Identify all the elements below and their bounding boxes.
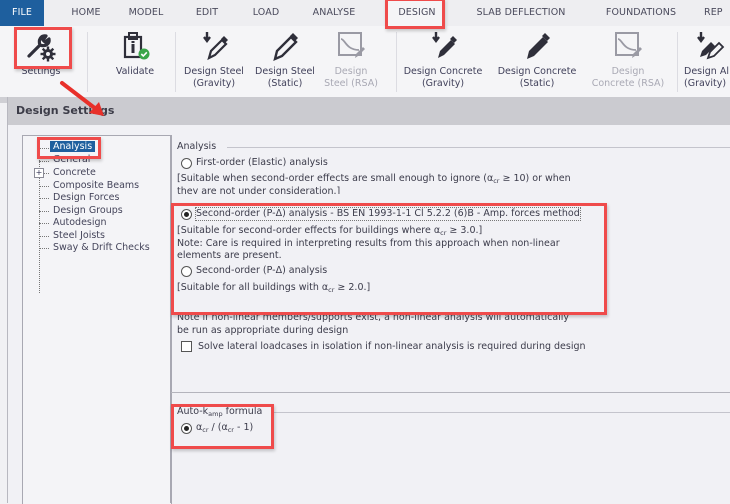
settings-label: Settings xyxy=(21,66,61,77)
design-steel-rsa-button[interactable]: Design Steel (RSA) xyxy=(322,26,380,97)
first-order-label: First-order (Elastic) analysis xyxy=(196,157,328,168)
tree-item-label: General xyxy=(53,154,91,165)
pencil-icon xyxy=(273,33,298,62)
second-order-amp-radio[interactable] xyxy=(181,209,192,220)
design-steel-static-label: Design Steel (Static) xyxy=(255,66,315,89)
ribbon: Settings Validate Design Steel (Gravity) … xyxy=(0,26,730,98)
ribbon-separator xyxy=(87,32,88,92)
design-steel-gravity-label: Design Steel (Gravity) xyxy=(184,66,244,89)
tab-analyse[interactable]: ANALYSE xyxy=(300,0,368,26)
tree-connector xyxy=(39,211,49,212)
kamp-formula-radio[interactable] xyxy=(181,423,192,434)
second-order-radio[interactable] xyxy=(181,266,192,277)
ribbon-separator xyxy=(396,32,397,92)
design-all-gravity-label: Design Al (Gravity) xyxy=(684,66,729,89)
validate-label: Validate xyxy=(115,66,155,77)
tree-connector xyxy=(39,223,49,224)
clipboard-check-icon xyxy=(123,32,150,60)
second-order-label: Second-order (P-Δ) analysis xyxy=(196,265,328,276)
tab-file[interactable]: FILE xyxy=(0,0,44,26)
solve-lateral-checkbox[interactable] xyxy=(181,341,192,352)
tab-home[interactable]: HOME xyxy=(60,0,112,26)
nonlinear-note-line2: be run as appropriate during design xyxy=(177,325,349,336)
tree-connector xyxy=(39,186,49,187)
tab-edit[interactable]: EDIT xyxy=(182,0,232,26)
tree-connector xyxy=(39,198,49,199)
expand-plus-icon[interactable]: + xyxy=(34,168,44,178)
tree-connector xyxy=(39,236,49,237)
second-order-note: [Suitable for all buildings with αcr ≥ 2… xyxy=(177,282,371,294)
ribbon-tab-bar: FILE HOME MODEL EDIT LOAD ANALYSE DESIGN… xyxy=(0,0,730,27)
kamp-group-title: Auto-kamp formula xyxy=(177,406,266,418)
analysis-group-title: Analysis xyxy=(177,141,220,152)
tab-slab-deflection[interactable]: SLAB DEFLECTION xyxy=(470,0,572,26)
design-steel-rsa-label: Design Steel (RSA) xyxy=(324,66,378,89)
first-order-note: [Suitable when second-order effects are … xyxy=(177,173,571,185)
design-concrete-rsa-label: Design Concrete (RSA) xyxy=(591,66,665,89)
second-order-amp-note: [Suitable for second-order effects for b… xyxy=(177,225,483,237)
second-order-amp-label: Second-order (P-Δ) analysis - BS EN 1993… xyxy=(195,207,581,221)
validate-button[interactable]: Validate xyxy=(105,26,165,97)
dialog-title: Design Settings xyxy=(16,104,115,117)
tree-item-label: Composite Beams xyxy=(53,180,140,191)
settings-button[interactable]: Settings xyxy=(14,26,68,97)
tab-design[interactable]: DESIGN xyxy=(387,0,447,26)
tab-reports[interactable]: REP xyxy=(704,0,730,26)
design-steel-gravity-button[interactable]: Design Steel (Gravity) xyxy=(180,26,248,97)
tree-connector xyxy=(39,161,49,162)
group-divider xyxy=(227,147,730,148)
pencil-down-arrow-icon xyxy=(203,32,228,61)
ribbon-separator xyxy=(677,32,678,92)
settings-tree: Analysis General + Concrete Composite Be… xyxy=(22,135,172,504)
tree-item-label: Sway & Drift Checks xyxy=(53,242,150,253)
kamp-formula-label: αcr / (αcr - 1) xyxy=(196,422,254,434)
wrench-gear-icon xyxy=(27,34,56,62)
design-concrete-gravity-label: Design Concrete (Gravity) xyxy=(403,66,483,89)
second-order-amp-note-line2: Note: Care is required in interpreting r… xyxy=(177,238,560,249)
first-order-note-line2: they are not under consideration.] xyxy=(177,186,341,194)
tree-item-label: Analysis xyxy=(50,141,96,152)
tab-model[interactable]: MODEL xyxy=(118,0,174,26)
nonlinear-note-line1: Note if non-linear members/supports exis… xyxy=(177,312,570,323)
pencil-icon xyxy=(527,33,550,59)
tree-item-label: Autodesign xyxy=(53,217,107,228)
tab-load[interactable]: LOAD xyxy=(240,0,292,26)
chart-pencil-icon xyxy=(615,32,642,58)
design-concrete-static-label: Design Concrete (Static) xyxy=(497,66,577,89)
section-divider xyxy=(171,392,730,393)
chart-pencil-icon xyxy=(338,32,365,58)
tree-item-label: Design Forces xyxy=(53,192,120,203)
analysis-settings-panel: Analysis First-order (Elastic) analysis … xyxy=(170,135,730,503)
design-all-gravity-button[interactable]: Design Al (Gravity) xyxy=(684,26,730,97)
double-pencil-down-arrow-icon xyxy=(697,32,725,60)
tree-connector xyxy=(39,248,49,249)
tree-item-label: Design Groups xyxy=(53,205,123,216)
second-order-amp-note-line3: elements are present. xyxy=(177,250,282,261)
ribbon-separator xyxy=(175,32,176,92)
design-concrete-gravity-button[interactable]: Design Concrete (Gravity) xyxy=(400,26,486,97)
tree-item-label: Concrete xyxy=(53,167,96,178)
design-concrete-static-button[interactable]: Design Concrete (Static) xyxy=(494,26,580,97)
tab-foundations[interactable]: FOUNDATIONS xyxy=(600,0,682,26)
solve-lateral-label: Solve lateral loadcases in isolation if … xyxy=(198,341,586,352)
tree-connector xyxy=(39,148,49,149)
design-steel-static-button[interactable]: Design Steel (Static) xyxy=(252,26,318,97)
design-concrete-rsa-button[interactable]: Design Concrete (RSA) xyxy=(588,26,668,97)
tree-item-label: Steel Joists xyxy=(53,230,105,241)
pencil-down-arrow-icon xyxy=(432,32,457,58)
dialog-title-bar[interactable]: Design Settings xyxy=(8,97,730,125)
group-divider xyxy=(273,412,730,413)
first-order-radio[interactable] xyxy=(181,158,192,169)
